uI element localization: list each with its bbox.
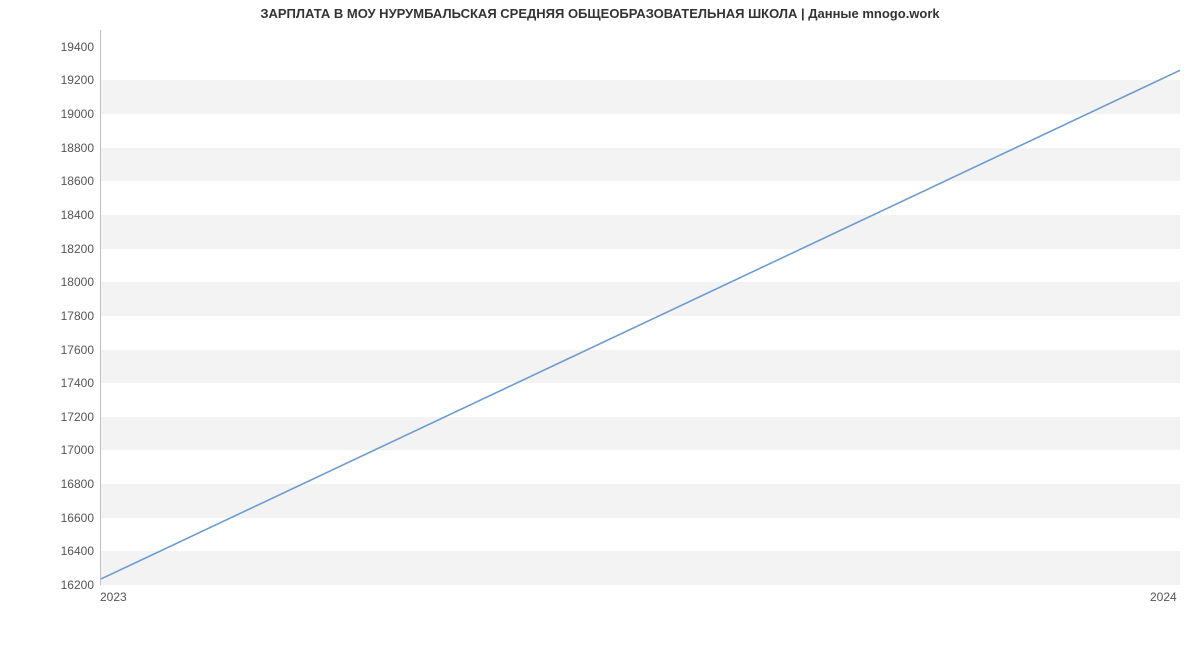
y-tick-label: 19000 bbox=[34, 107, 94, 121]
y-tick-label: 17400 bbox=[34, 376, 94, 390]
x-tick-label: 2024 bbox=[1150, 590, 1177, 604]
y-tick-label: 18400 bbox=[34, 208, 94, 222]
y-tick-label: 17600 bbox=[34, 343, 94, 357]
plot-area bbox=[100, 30, 1180, 585]
y-tick-label: 19200 bbox=[34, 73, 94, 87]
y-tick-label: 18600 bbox=[34, 174, 94, 188]
y-tick-label: 19400 bbox=[34, 40, 94, 54]
series-line bbox=[101, 70, 1180, 579]
y-tick-label: 17800 bbox=[34, 309, 94, 323]
y-tick-label: 18000 bbox=[34, 275, 94, 289]
y-tick-label: 17200 bbox=[34, 410, 94, 424]
y-tick-label: 16800 bbox=[34, 477, 94, 491]
y-tick-label: 16200 bbox=[34, 578, 94, 592]
y-tick-label: 18200 bbox=[34, 242, 94, 256]
chart-container: ЗАРПЛАТА В МОУ НУРУМБАЛЬСКАЯ СРЕДНЯЯ ОБЩ… bbox=[0, 0, 1200, 650]
y-tick-label: 16400 bbox=[34, 544, 94, 558]
y-tick-label: 16600 bbox=[34, 511, 94, 525]
x-tick-label: 2023 bbox=[100, 590, 127, 604]
y-tick-label: 18800 bbox=[34, 141, 94, 155]
y-tick-label: 17000 bbox=[34, 443, 94, 457]
chart-title: ЗАРПЛАТА В МОУ НУРУМБАЛЬСКАЯ СРЕДНЯЯ ОБЩ… bbox=[0, 6, 1200, 21]
line-series bbox=[101, 30, 1180, 584]
